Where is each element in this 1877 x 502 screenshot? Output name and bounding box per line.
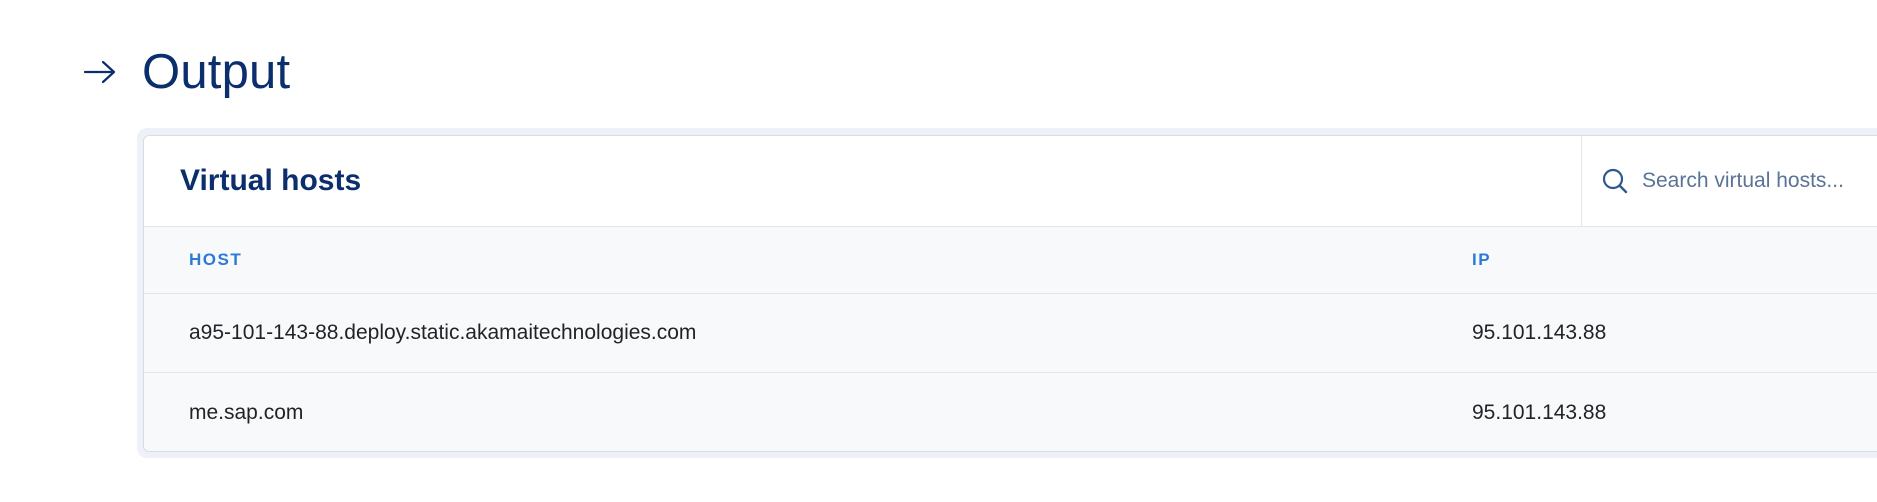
column-header-host[interactable]: HOST [189,250,242,270]
table-row[interactable]: me.sap.com 95.101.143.88 [144,373,1877,451]
virtual-hosts-card: Virtual hosts HOST IP a95-101-143-88.dep… [143,135,1877,452]
arrow-right-icon [82,54,118,90]
table-row[interactable]: a95-101-143-88.deploy.static.akamaitechn… [144,294,1877,373]
section-header: Output [82,42,290,102]
card-header: Virtual hosts [144,136,1877,227]
search-box[interactable] [1581,136,1877,226]
ip-cell: 95.101.143.88 [1472,400,1607,424]
column-header-ip[interactable]: IP [1472,250,1491,270]
host-cell: me.sap.com [189,400,304,424]
host-cell: a95-101-143-88.deploy.static.akamaitechn… [189,321,697,344]
page-title: Output [142,45,291,99]
search-input[interactable] [1642,169,1877,193]
ip-cell: 95.101.143.88 [1472,321,1607,344]
table-header-row: HOST IP [144,227,1877,294]
card-title: Virtual hosts [180,164,362,197]
search-icon [1600,166,1630,196]
